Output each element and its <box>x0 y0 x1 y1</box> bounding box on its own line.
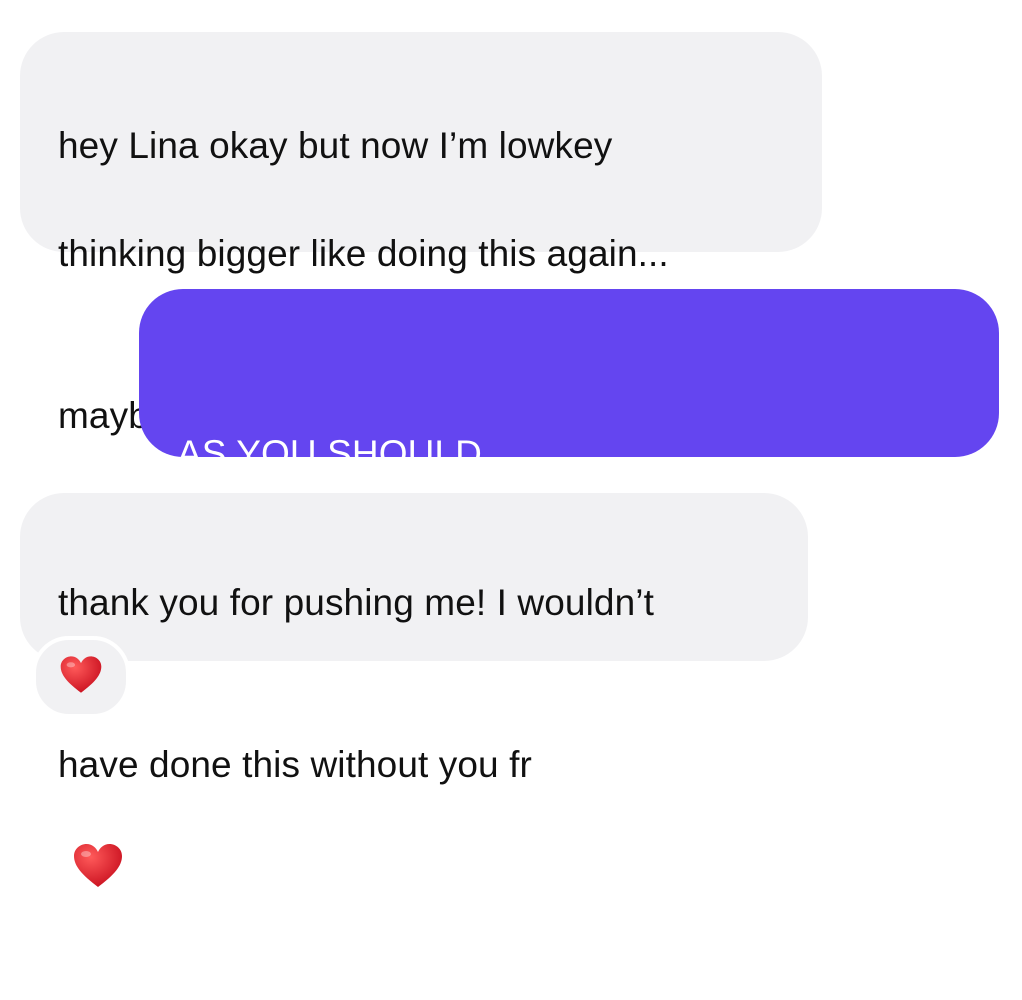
red-heart-emoji-icon <box>72 789 124 943</box>
message-text-line: thank you for pushing me! I wouldn’t <box>58 582 654 623</box>
message-thread: hey Lina okay but now I’m lowkey thinkin… <box>0 0 1022 887</box>
incoming-message-bubble[interactable]: hey Lina okay but now I’m lowkey thinkin… <box>20 32 822 532</box>
message-text-line: hey Lina okay but now I’m lowkey <box>58 125 613 166</box>
red-heart-reaction-icon <box>59 655 103 700</box>
message-reaction-badge[interactable] <box>32 636 130 718</box>
message-text-line: have done this without you fr <box>58 684 770 946</box>
incoming-message-bubble[interactable]: thank you for pushing me! I wouldn’t hav… <box>20 493 808 887</box>
outgoing-message-bubble[interactable]: AS YOU SHOULD and this is just the begin… <box>139 289 999 792</box>
message-text-segment: AS YOU SHOULD <box>177 433 482 474</box>
message-text-segment: have done this without you fr <box>58 744 532 785</box>
message-text-line: thinking bigger like doing this again... <box>58 233 669 274</box>
